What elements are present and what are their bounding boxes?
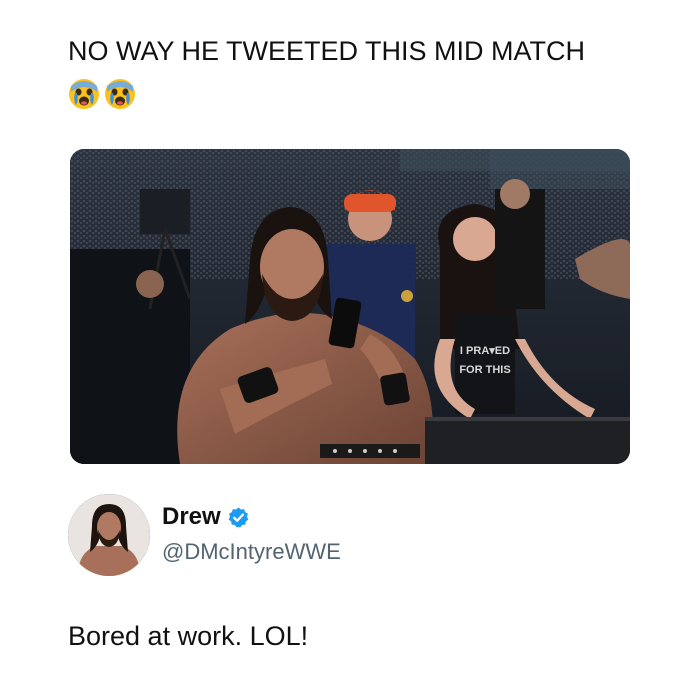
- profile-photo: [68, 494, 150, 576]
- display-name-row: Drew: [162, 503, 250, 531]
- verified-badge-icon: [228, 506, 249, 527]
- shirt-text-line2: FOR THIS: [459, 364, 510, 376]
- user-handle[interactable]: @DMcIntyreWWE: [162, 539, 341, 565]
- crying-face-emoji-icon: [69, 79, 99, 109]
- emoji-row: [68, 78, 136, 112]
- display-name[interactable]: Drew: [162, 503, 221, 531]
- shirt-text-line1: I PRA▾ED: [460, 345, 510, 357]
- match-photo[interactable]: I PRA▾ED FOR THIS: [70, 149, 630, 464]
- avatar[interactable]: [68, 494, 150, 576]
- match-photo-illustration: I PRA▾ED FOR THIS: [70, 149, 630, 464]
- crying-face-emoji-icon: [105, 79, 135, 109]
- tweet-text: Bored at work. LOL!: [68, 621, 309, 651]
- meme-headline: NO WAY HE TWEETED THIS MID MATCH: [68, 36, 586, 66]
